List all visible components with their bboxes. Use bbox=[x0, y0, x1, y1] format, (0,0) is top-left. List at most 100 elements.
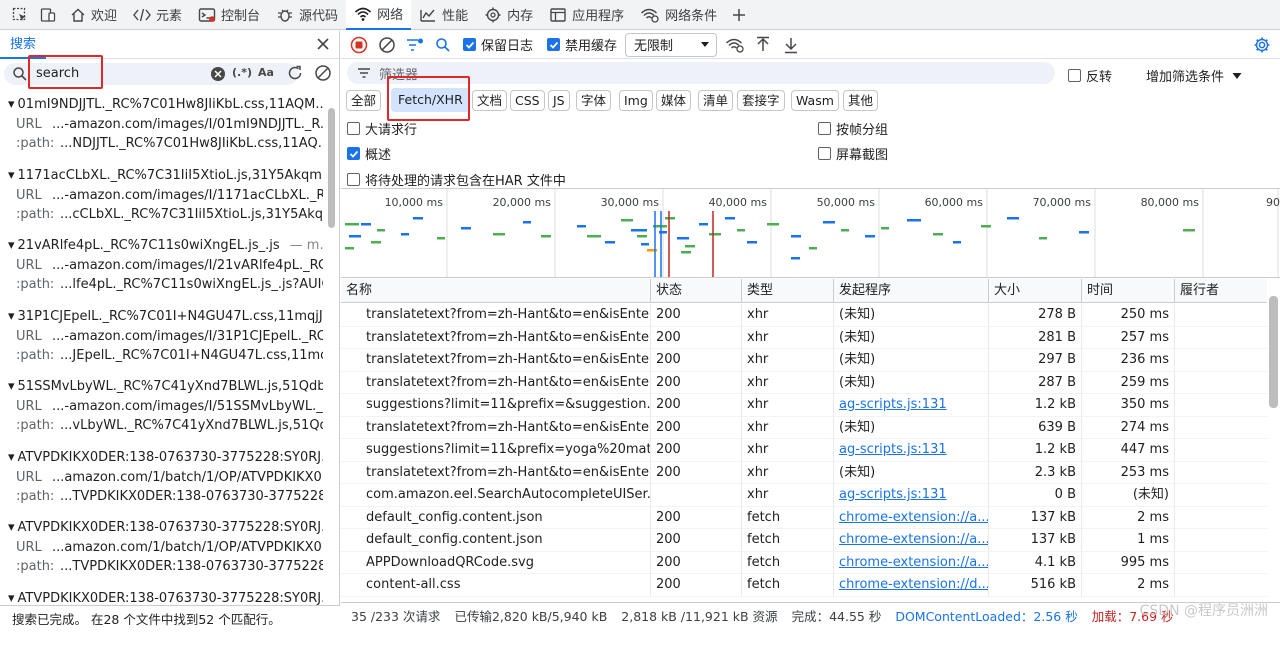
big-request-rows-option[interactable]: 大请求行 bbox=[347, 119, 417, 138]
preserve-log-checkbox[interactable]: 保留日志 bbox=[463, 35, 533, 54]
column-header[interactable]: 发起程序 bbox=[833, 279, 988, 303]
result-file-header[interactable]: ▾ 51SSMvLbyWL._RC%7C41yXnd7BLWL.js,51Qdb.… bbox=[8, 379, 323, 394]
table-row[interactable]: default_config.content.json 200 fetch chrom… bbox=[341, 529, 1267, 552]
expand-triangle-icon[interactable]: ▾ bbox=[8, 168, 15, 183]
network-overview-timeline[interactable]: 10,000 ms 20,000 ms 30,000 ms 40,000 ms 50,0… bbox=[341, 188, 1280, 278]
initiator-link[interactable]: ag-scripts.js:131 bbox=[839, 487, 947, 502]
type-filter-chip[interactable]: Wasm bbox=[791, 90, 839, 111]
initiator-link[interactable]: chrome-extension://a... bbox=[839, 532, 988, 547]
result-match-line[interactable]: :path: ...lfe4pL._RC%7C11s0wiXngEL.js_.js… bbox=[16, 277, 323, 292]
request-initiator[interactable]: chrome-extension://a... bbox=[833, 529, 988, 551]
har-pending-option[interactable]: 将待处理的请求包含在HAR 文件中 bbox=[347, 170, 566, 189]
tab-welcome[interactable]: 欢迎 bbox=[62, 0, 125, 30]
refresh-icon[interactable] bbox=[286, 64, 304, 82]
type-filter-chip[interactable]: Img bbox=[619, 90, 653, 111]
result-match-line[interactable]: URL ...-amazon.com/images/I/1171acCLbXL._… bbox=[16, 188, 323, 203]
record-stop-icon[interactable] bbox=[345, 31, 373, 59]
disable-cache-checkbox[interactable]: 禁用缓存 bbox=[547, 35, 617, 54]
filter-toggle-icon[interactable] bbox=[401, 31, 429, 59]
result-match-line[interactable]: :path: ...TVPDKIKX0DER:138-0763730-377522… bbox=[16, 559, 323, 574]
search-result-file[interactable]: ▾ ATVPDKIKX0DER:138-0763730-3775228:SY0RJ… bbox=[0, 520, 325, 590]
type-filter-chip[interactable]: 清单 bbox=[698, 90, 734, 111]
tab-console[interactable]: 控制台 bbox=[190, 0, 268, 30]
result-match-line[interactable]: :path: ...TVPDKIKX0DER:138-0763730-377522… bbox=[16, 489, 323, 504]
result-file-header[interactable]: ▾ ATVPDKIKX0DER:138-0763730-3775228:SY0RJ… bbox=[8, 520, 323, 535]
expand-triangle-icon[interactable]: ▾ bbox=[8, 238, 15, 253]
inspect-element-icon[interactable] bbox=[6, 1, 34, 29]
search-icon[interactable] bbox=[429, 31, 457, 59]
invert-checkbox[interactable]: 反转 bbox=[1068, 66, 1112, 85]
regex-toggle[interactable]: (.*) bbox=[232, 66, 252, 79]
expand-triangle-icon[interactable]: ▾ bbox=[8, 450, 15, 465]
tab-sources[interactable]: 源代码 bbox=[268, 0, 346, 30]
table-row[interactable]: default_config.content.json 200 fetch chrom… bbox=[341, 506, 1267, 529]
throttling-select[interactable]: 无限制 bbox=[625, 32, 718, 57]
clear-search-icon[interactable] bbox=[210, 66, 226, 82]
table-row[interactable]: com.amazon.eel.SearchAutocompleteUISer..… bbox=[341, 484, 1267, 507]
request-initiator[interactable]: ag-scripts.js:131 bbox=[833, 439, 988, 461]
column-header[interactable]: 履行者 bbox=[1174, 279, 1267, 303]
type-filter-chip[interactable]: 其他 bbox=[843, 90, 879, 111]
search-result-file[interactable]: ▾ 51SSMvLbyWL._RC%7C41yXnd7BLWL.js,51Qdb.… bbox=[0, 379, 325, 449]
result-file-header[interactable]: ▾ 31P1CJEpelL._RC%7C01I+N4GU47L.css,11mqj… bbox=[8, 309, 323, 324]
type-filter-chip[interactable]: 媒体 bbox=[656, 90, 692, 111]
result-match-line[interactable]: URL ...-amazon.com/images/I/01mI9NDJJTL._… bbox=[16, 117, 323, 132]
search-result-file[interactable]: ▾ 31P1CJEpelL._RC%7C01I+N4GU47L.css,11mqj… bbox=[0, 309, 325, 379]
device-toolbar-icon[interactable] bbox=[34, 1, 62, 29]
result-file-header[interactable]: ▾ ATVPDKIKX0DER:138-0763730-3775228:SY0RJ… bbox=[8, 450, 323, 465]
screenshots-option[interactable]: 屏幕截图 bbox=[818, 144, 888, 163]
result-file-header[interactable]: ▾ ATVPDKIKX0DER:138-0763730-3775228:SY0RJ… bbox=[8, 591, 323, 606]
type-filter-chip[interactable]: JS bbox=[548, 90, 570, 111]
table-row[interactable]: translatetext?from=zh-Hant&to=en&isEnte.… bbox=[341, 349, 1267, 372]
table-row[interactable]: translatetext?from=zh-Hant&to=en&isEnte.… bbox=[341, 304, 1267, 327]
column-header[interactable]: 状态 bbox=[650, 279, 741, 303]
expand-triangle-icon[interactable]: ▾ bbox=[8, 97, 15, 112]
import-har-icon[interactable] bbox=[749, 31, 777, 59]
close-icon[interactable] bbox=[315, 36, 331, 52]
more-filters-dropdown[interactable]: 增加筛选条件 bbox=[1146, 66, 1242, 85]
tab-performance[interactable]: 性能 bbox=[411, 0, 476, 30]
group-by-frame-option[interactable]: 按帧分组 bbox=[818, 119, 888, 138]
type-filter-chip[interactable]: 文档 bbox=[472, 90, 508, 111]
request-initiator[interactable]: chrome-extension://d... bbox=[833, 574, 988, 596]
clear-results-icon[interactable] bbox=[314, 64, 332, 82]
result-match-line[interactable]: URL ...-amazon.com/images/I/31P1CJEpelL._… bbox=[16, 329, 323, 344]
result-match-line[interactable]: URL ...amazon.com/1/batch/1/OP/ATVPDKIKX0… bbox=[16, 540, 323, 555]
tab-application[interactable]: 应用程序 bbox=[541, 0, 632, 30]
initiator-link[interactable]: ag-scripts.js:131 bbox=[839, 442, 947, 457]
column-header[interactable]: 时间 bbox=[1081, 279, 1174, 303]
initiator-link[interactable]: chrome-extension://d... bbox=[839, 577, 988, 592]
request-initiator[interactable]: chrome-extension://a... bbox=[833, 551, 988, 574]
result-file-header[interactable]: ▾ 21vARlfe4pL._RC%7C11s0wiXngEL.js_.js — m… bbox=[8, 238, 323, 253]
column-header[interactable]: 名称 bbox=[341, 279, 650, 303]
initiator-link[interactable]: ag-scripts.js:131 bbox=[839, 397, 947, 412]
result-match-line[interactable]: :path: ...NDJJTL._RC%7C01Hw8JIiKbL.css,11… bbox=[16, 136, 323, 151]
network-conditions-icon[interactable] bbox=[721, 31, 749, 59]
tab-elements[interactable]: 元素 bbox=[125, 0, 190, 30]
result-match-line[interactable]: :path: ...cCLbXL._RC%7C31IiI5XtioL.js,31Y… bbox=[16, 207, 323, 222]
more-tabs-plus-icon[interactable] bbox=[725, 1, 753, 29]
table-row[interactable]: suggestions?limit=11&prefix=yoga%20mat..… bbox=[341, 439, 1267, 462]
table-row[interactable]: content-all.css 200 fetch chrome-extension:… bbox=[341, 574, 1267, 597]
result-match-line[interactable]: :path: ...vLbyWL._RC%7C41yXnd7BLWL.js,51Q… bbox=[16, 418, 323, 433]
table-row[interactable]: translatetext?from=zh-Hant&to=en&isEnte.… bbox=[341, 416, 1267, 439]
result-match-line[interactable]: URL ...amazon.com/1/batch/1/OP/ATVPDKIKX0… bbox=[16, 470, 323, 485]
result-match-line[interactable]: URL ...-amazon.com/images/I/21vARlfe4pL._… bbox=[16, 258, 323, 273]
tab-memory[interactable]: 内存 bbox=[476, 0, 541, 30]
export-har-icon[interactable] bbox=[777, 31, 805, 59]
expand-triangle-icon[interactable]: ▾ bbox=[8, 591, 15, 606]
tab-network-conditions[interactable]: 网络条件 bbox=[632, 0, 725, 30]
request-initiator[interactable]: ag-scripts.js:131 bbox=[833, 394, 988, 416]
search-result-file[interactable]: ▾ ATVPDKIKX0DER:138-0763730-3775228:SY0RJ… bbox=[0, 450, 325, 520]
expand-triangle-icon[interactable]: ▾ bbox=[8, 309, 15, 324]
request-initiator[interactable]: chrome-extension://a... bbox=[833, 506, 988, 529]
table-row[interactable]: translatetext?from=zh-Hant&to=en&isEnte.… bbox=[341, 461, 1267, 484]
table-row[interactable]: translatetext?from=zh-Hant&to=en&isEnte.… bbox=[341, 326, 1267, 349]
request-initiator[interactable]: ag-scripts.js:131 bbox=[833, 484, 988, 506]
type-filter-chip[interactable]: 套接字 bbox=[737, 90, 785, 111]
table-row[interactable]: APPDownloadQRCode.svg 200 fetch chrome-exte… bbox=[341, 551, 1267, 574]
overview-option[interactable]: 概述 bbox=[347, 144, 391, 163]
result-match-line[interactable]: :path: ...JEpelL._RC%7C01I+N4GU47L.css,11… bbox=[16, 348, 323, 363]
tab-network[interactable]: 网络 bbox=[346, 0, 412, 30]
results-scrollbar[interactable] bbox=[328, 108, 335, 228]
